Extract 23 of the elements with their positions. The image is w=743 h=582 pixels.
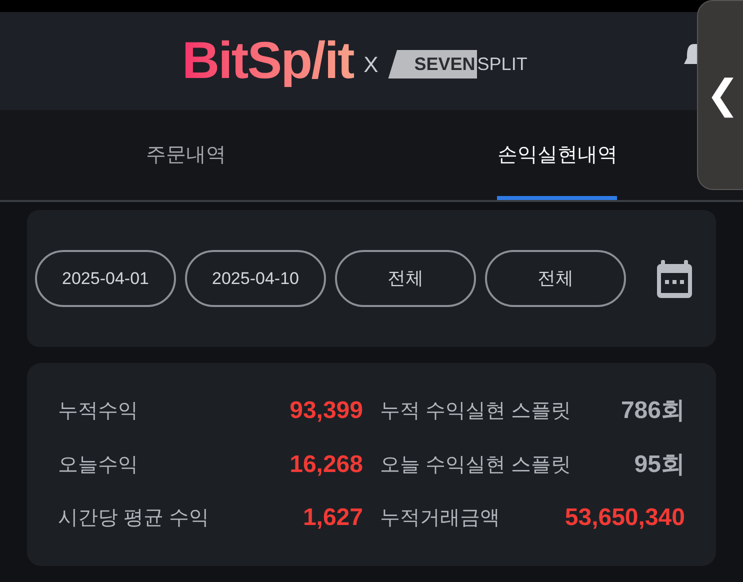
stat-label: 누적 수익실현 스플릿: [380, 399, 572, 424]
partner-logo-mark: SEVEN: [388, 50, 478, 78]
stat-label: 오늘수익: [58, 452, 138, 478]
tab[interactable]: 주문내역: [146, 110, 226, 200]
separator: X: [364, 50, 378, 78]
tab[interactable]: 손익실현내역: [497, 110, 618, 200]
stat-value: 1,627: [302, 503, 363, 533]
date-field[interactable]: 2025-04-01: [35, 250, 176, 307]
stat-label: 시간당 평균 수익: [58, 506, 210, 531]
stat-value: 786회: [620, 396, 685, 426]
calendar-icon[interactable]: [657, 260, 692, 298]
stat-label: 오늘 수익실현 스플릿: [380, 452, 572, 478]
stat-label: 누적거래금액: [380, 506, 500, 531]
dropdown[interactable]: 전체: [335, 250, 476, 307]
partner-logo-text: SPLIT: [477, 52, 528, 76]
side-handle[interactable]: ❮: [697, 0, 743, 190]
stat-value: 93,399: [290, 396, 363, 426]
stat-label: 누적수익: [58, 399, 138, 424]
dropdown[interactable]: 전체: [485, 250, 626, 307]
stat-value: 16,268: [290, 450, 363, 480]
stat-value: 95회: [634, 450, 685, 480]
date-field[interactable]: 2025-04-10: [185, 250, 326, 307]
stat-value: 53,650,340: [564, 503, 685, 533]
